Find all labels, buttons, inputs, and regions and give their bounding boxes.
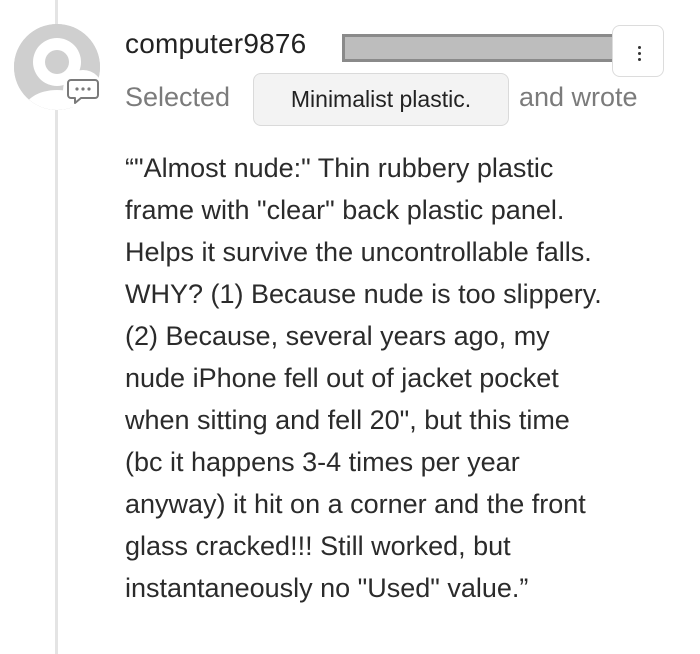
comment-line: “"Almost nude:" Thin rubbery plastic (125, 153, 554, 183)
comment-line: WHY? (1) Because nude is too slippery. (125, 279, 602, 309)
comment-line: (bc it happens 3-4 times per year (125, 447, 520, 477)
selected-label: Selected (125, 82, 231, 112)
wrote-label: and wrote (519, 82, 638, 112)
comment-bubble-icon (62, 70, 104, 110)
comment-line: frame with "clear" back plastic panel. (125, 195, 565, 225)
comment-author-name[interactable]: computer9876 (125, 28, 306, 60)
comment-line: when sitting and fell 20", but this time (125, 405, 570, 435)
comment-body: “"Almost nude:" Thin rubbery plastic fra… (125, 147, 695, 609)
comment-line: anyway) it hit on a corner and the front (125, 489, 586, 519)
more-options-button[interactable] (612, 25, 664, 77)
comment-line: Helps it survive the uncontrollable fall… (125, 237, 592, 267)
comment-line: nude iPhone fell out of jacket pocket (125, 363, 559, 393)
more-options-icon (638, 46, 641, 49)
comment-line: glass cracked!!! Still worked, but (125, 531, 511, 561)
comment-line: (2) Because, several years ago, my (125, 321, 550, 351)
selected-choice-chip: Minimalist plastic. (253, 73, 509, 126)
redaction-block (342, 34, 628, 62)
comment-line: instantaneously no "Used" value.” (125, 573, 529, 603)
